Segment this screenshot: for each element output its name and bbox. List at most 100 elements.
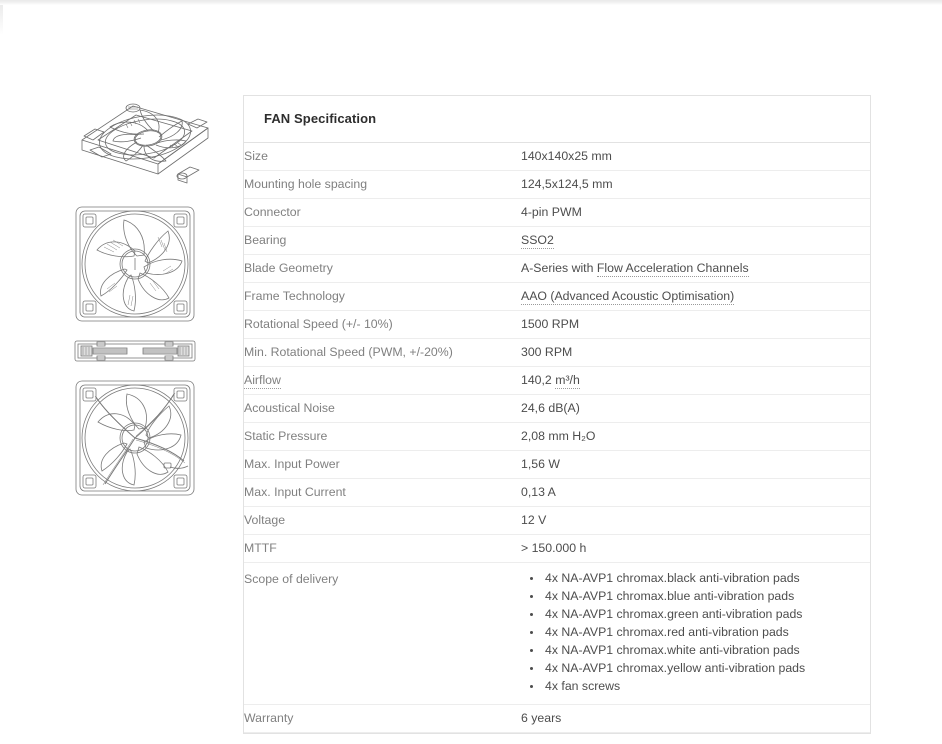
specification-table: Size 140x140x25 mm Mounting hole spacing 12… (244, 143, 870, 733)
spec-value-cell: > 150.000 h (521, 534, 870, 563)
spec-value: 1,56 W (521, 457, 560, 471)
spec-label-cell: Bearing (244, 226, 521, 255)
spec-value-term[interactable]: AAO (Advanced Acoustic Optimisation) (521, 289, 735, 305)
spec-label: Bearing (244, 233, 287, 247)
list-item: 4x NA-AVP1 chromax.green anti-vibration … (543, 605, 870, 623)
spec-label-cell: Mounting hole spacing (244, 170, 521, 199)
fan-specification-panel: FAN Specification Size 140x140x25 mm Mount… (243, 95, 871, 734)
spec-label-cell: Size (244, 143, 521, 171)
spec-label: Size (244, 149, 268, 163)
page-left-rail (0, 5, 3, 35)
spec-label: Airflow (244, 367, 521, 393)
list-item: 4x fan screws (543, 677, 870, 695)
spec-value-cell: SSO2 (521, 226, 870, 255)
spec-label: Static Pressure (244, 429, 328, 443)
spec-value: 300 RPM (521, 345, 573, 359)
spec-value-cell: A-Series with Flow Acceleration Channels (521, 254, 870, 283)
spec-value: 140,2 m³/h (521, 373, 580, 389)
spec-value-cell: 6 years (521, 704, 870, 733)
table-row: MTTF > 150.000 h (244, 534, 870, 563)
spec-value: SSO2 (521, 227, 870, 253)
spec-label-cell: Rotational Speed (+/- 10%) (244, 310, 521, 339)
warranty-row: Warranty 6 years (244, 704, 870, 733)
spec-label: Max. Input Current (244, 485, 346, 499)
page-top-strip (0, 0, 942, 5)
spec-label-cell: Static Pressure (244, 422, 521, 451)
table-row: Acoustical Noise 24,6 dB(A) (244, 394, 870, 423)
table-row: Connector 4-pin PWM (244, 198, 870, 227)
spec-label: MTTF (244, 541, 277, 555)
list-item: 4x NA-AVP1 chromax.white anti-vibration … (543, 641, 870, 659)
fan-isometric-view[interactable] (70, 88, 220, 193)
spec-label-term[interactable]: Airflow (244, 373, 281, 389)
table-row: Size 140x140x25 mm (244, 143, 870, 171)
table-row: Mounting hole spacing 124,5x124,5 mm (244, 170, 870, 199)
panel-title: FAN Specification (244, 96, 870, 143)
spec-value-cell: 2,08 mm H₂O (521, 422, 870, 451)
list-item: 4x NA-AVP1 chromax.yellow anti-vibration… (543, 659, 870, 677)
spec-value: > 150.000 h (521, 541, 587, 555)
fan-rear-view[interactable] (70, 377, 220, 499)
table-row: Min. Rotational Speed (PWM, +/-20%) 300 R… (244, 338, 870, 367)
fan-front-view[interactable] (70, 203, 220, 325)
spec-label-cell: Frame Technology (244, 282, 521, 311)
spec-label-cell: Connector (244, 198, 521, 227)
spec-label-cell: MTTF (244, 534, 521, 563)
spec-label-cell: Min. Rotational Speed (PWM, +/-20%) (244, 338, 521, 367)
spec-label: Scope of delivery (244, 572, 339, 586)
spec-label-cell: Acoustical Noise (244, 394, 521, 423)
product-image-gallery (70, 88, 220, 499)
spec-value-cell: 140,2 m³/h (521, 366, 870, 395)
table-row: Max. Input Power 1,56 W (244, 450, 870, 479)
spec-value: AAO (Advanced Acoustic Optimisation) (521, 283, 870, 309)
spec-value-term[interactable]: Flow Acceleration Channels (596, 261, 749, 277)
table-row: Voltage 12 V (244, 506, 870, 535)
spec-value: 4-pin PWM (521, 205, 582, 219)
spec-label-cell: Voltage (244, 506, 521, 535)
scope-of-delivery-row: Scope of delivery 4x NA-AVP1 chromax.blac… (244, 562, 870, 705)
spec-value: A-Series with Flow Acceleration Channels (521, 261, 749, 277)
spec-value: 6 years (521, 711, 562, 725)
list-item: 4x NA-AVP1 chromax.black anti-vibration … (543, 569, 870, 587)
spec-label: Connector (244, 205, 301, 219)
spec-value-cell: 140x140x25 mm (521, 143, 870, 171)
spec-value-cell: 4-pin PWM (521, 198, 870, 227)
spec-label: Max. Input Power (244, 457, 340, 471)
spec-value-term[interactable]: m³/h (555, 373, 580, 389)
spec-label-cell: Max. Input Current (244, 478, 521, 507)
spec-label-cell: Scope of delivery (244, 562, 521, 705)
spec-label-cell: Airflow (244, 366, 521, 395)
spec-value-cell: 24,6 dB(A) (521, 394, 870, 423)
spec-label-cell: Blade Geometry (244, 254, 521, 283)
spec-label-cell: Warranty (244, 704, 521, 733)
spec-value: 0,13 A (521, 485, 556, 499)
table-row: Airflow 140,2 m³/h (244, 366, 870, 395)
spec-value-cell: 0,13 A (521, 478, 870, 507)
list-item: 4x NA-AVP1 chromax.blue anti-vibration p… (543, 587, 870, 605)
spec-label: Warranty (244, 711, 294, 725)
spec-label: Frame Technology (244, 289, 345, 303)
spec-value-term[interactable]: SSO2 (521, 233, 554, 249)
spec-value-cell: 300 RPM (521, 338, 870, 367)
table-row: Static Pressure 2,08 mm H₂O (244, 422, 870, 451)
fan-side-profile-view[interactable] (70, 335, 220, 367)
spec-value: 140x140x25 mm (521, 149, 612, 163)
list-item: 4x NA-AVP1 chromax.red anti-vibration pa… (543, 623, 870, 641)
spec-label-cell: Max. Input Power (244, 450, 521, 479)
spec-value-cell: 124,5x124,5 mm (521, 170, 870, 199)
spec-value: 124,5x124,5 mm (521, 177, 613, 191)
spec-label: Blade Geometry (244, 261, 333, 275)
table-row: Bearing SSO2 (244, 226, 870, 255)
spec-label: Acoustical Noise (244, 401, 335, 415)
spec-value-cell: 12 V (521, 506, 870, 535)
table-row: Blade Geometry A-Series with Flow Acceler… (244, 254, 870, 283)
spec-value-cell: AAO (Advanced Acoustic Optimisation) (521, 282, 870, 311)
spec-value-cell: 4x NA-AVP1 chromax.black anti-vibration … (521, 562, 870, 705)
spec-label: Voltage (244, 513, 286, 527)
table-row: Frame Technology AAO (Advanced Acoustic O… (244, 282, 870, 311)
spec-value: 24,6 dB(A) (521, 401, 580, 415)
spec-value: 2,08 mm H₂O (521, 429, 596, 443)
spec-value-cell: 1500 RPM (521, 310, 870, 339)
spec-value: 1500 RPM (521, 317, 580, 331)
spec-label: Mounting hole spacing (244, 177, 368, 191)
